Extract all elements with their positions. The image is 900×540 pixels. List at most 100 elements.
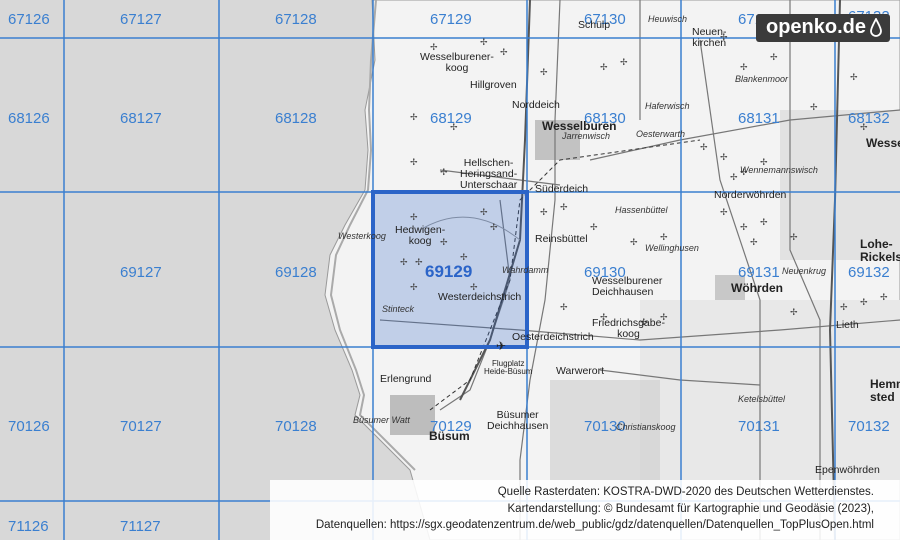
svg-text:✢: ✢ [760,217,768,227]
svg-text:✢: ✢ [860,297,868,307]
grid-label: 67127 [120,11,162,28]
place-label: Hillgroven [470,79,517,91]
svg-text:✢: ✢ [880,292,888,302]
logo-text: openko.de [765,16,866,38]
svg-text:✢: ✢ [740,222,748,232]
place-label: Wesselburener Deichhausen [592,275,663,299]
svg-text:✢: ✢ [730,172,738,182]
place-label: Wesselburener- koog [420,51,494,75]
place-label: Oesterdeichstrich [512,331,594,343]
place-label: Wöhrden [731,281,783,295]
grid-label: 68132 [848,110,890,127]
svg-text:✢: ✢ [415,257,423,267]
grid-label: 70132 [848,418,890,435]
grid-label: 70128 [275,418,317,435]
map-canvas[interactable]: ✢ ✢ ✢ ✢ ✢ ✢ ✢ ✢ ✢ ✢ ✢ ✢ ✢ ✢ ✢ ✢ ✢ ✢ ✢ ✢ ✢ ✢ ✢ ✢ ✢ ✢ ✢ ✢ ✢ ✢ ✢ ✢ ✢ ✢… [0,0,900,540]
grid-label: 68126 [8,110,50,127]
attribution-line: Kartendarstellung: © Bundesamt für Karto… [507,502,874,515]
svg-text:✢: ✢ [810,102,818,112]
svg-text:✢: ✢ [720,207,728,217]
place-label: Süderdeich [535,183,589,195]
place-label: Neuen- kirchen [692,26,727,50]
place-label: Epenwöhrden [815,464,880,476]
airfield-label: Flugplatz Heide-Büsum [484,359,533,377]
place-label: Wellinghusen [645,243,699,253]
place-label: Ketelsbüttel [738,394,786,404]
svg-text:✢: ✢ [410,112,418,122]
svg-text:✢: ✢ [790,307,798,317]
svg-text:✢: ✢ [410,212,418,222]
grid-label: 69128 [275,264,317,281]
svg-text:✢: ✢ [590,222,598,232]
svg-text:✢: ✢ [560,202,568,212]
place-label: Büsum [429,429,470,443]
svg-text:✢: ✢ [740,62,748,72]
svg-text:✢: ✢ [630,237,638,247]
place-label: Hemmi sted [870,377,900,404]
place-label: Büsumer Deichhausen [487,409,549,433]
svg-text:✢: ✢ [790,232,798,242]
grid-label: 70127 [120,418,162,435]
place-label: Wahrdamm [502,265,549,275]
svg-text:✢: ✢ [480,207,488,217]
place-label: Stinteck [382,304,415,314]
grid-label: 69131 [738,264,780,281]
grid-label: 67126 [8,11,50,28]
place-label: Wesse [866,136,900,150]
place-label: Haferwisch [645,101,690,111]
place-label: Reinsbüttel [535,233,588,245]
place-label: Wennemannswisch [740,165,818,175]
attribution-box: Quelle Rasterdaten: KOSTRA-DWD-2020 des … [270,479,900,540]
svg-text:✢: ✢ [660,232,668,242]
water-drop-icon [870,17,882,37]
place-label: Westerkoog [338,231,386,241]
place-label: Lieth [836,319,859,331]
grid-label: 67129 [430,11,472,28]
svg-text:✢: ✢ [750,237,758,247]
place-label: Schülp [578,19,611,31]
place-label: Friedrichsgabe- koog [592,317,665,341]
place-label: Heuwisch [648,14,688,24]
attribution-line: Quelle Rasterdaten: KOSTRA-DWD-2020 des … [497,485,874,498]
grid-label: 70131 [738,418,780,435]
svg-text:✢: ✢ [480,37,488,47]
grid-label: 71127 [120,518,161,535]
svg-text:✢: ✢ [840,302,848,312]
grid-label: 68127 [120,110,162,127]
svg-text:✢: ✢ [770,52,778,62]
svg-text:✢: ✢ [600,62,608,72]
svg-text:✢: ✢ [500,47,508,57]
grid-label: 69132 [848,264,890,281]
svg-text:✢: ✢ [560,302,568,312]
place-label: Oesterwarth [636,129,686,139]
place-label: Jarrenwisch [562,131,611,141]
svg-text:✢: ✢ [410,282,418,292]
place-label: Lohe- Rickelsh [860,237,900,264]
svg-text:✢: ✢ [850,72,858,82]
place-label: Norderwöhrden [714,189,787,201]
place-label: Hellschen- Heringsand- Unterschaar [460,157,518,192]
openko-logo[interactable]: openko.de [755,14,890,42]
svg-text:✢: ✢ [440,167,448,177]
svg-text:✢: ✢ [540,207,548,217]
grid-label: 71126 [8,518,49,535]
place-label: Norddeich [512,99,560,111]
highlighted-grid-label: 69129 [425,262,473,281]
grid-label: 68128 [275,110,317,127]
grid-label: 67128 [275,11,317,28]
place-label: Westerdeichstrich [438,291,522,303]
place-label: Warwerort [556,365,605,377]
place-label: Hassenbüttel [615,205,668,215]
place-label: Blankenmoor [735,74,789,84]
svg-text:✢: ✢ [400,257,408,267]
grid-label: 68131 [738,110,780,127]
svg-text:✢: ✢ [410,157,418,167]
place-label: Neuenkrug [782,266,827,276]
svg-text:✢: ✢ [620,57,628,67]
svg-text:✢: ✢ [700,142,708,152]
attribution-line[interactable]: Datenquellen: https://sgx.geodatenzentru… [278,517,874,534]
svg-text:✢: ✢ [490,222,498,232]
svg-text:✢: ✢ [720,152,728,162]
grid-label: 69127 [120,264,162,281]
grid-label: 68129 [430,110,472,127]
